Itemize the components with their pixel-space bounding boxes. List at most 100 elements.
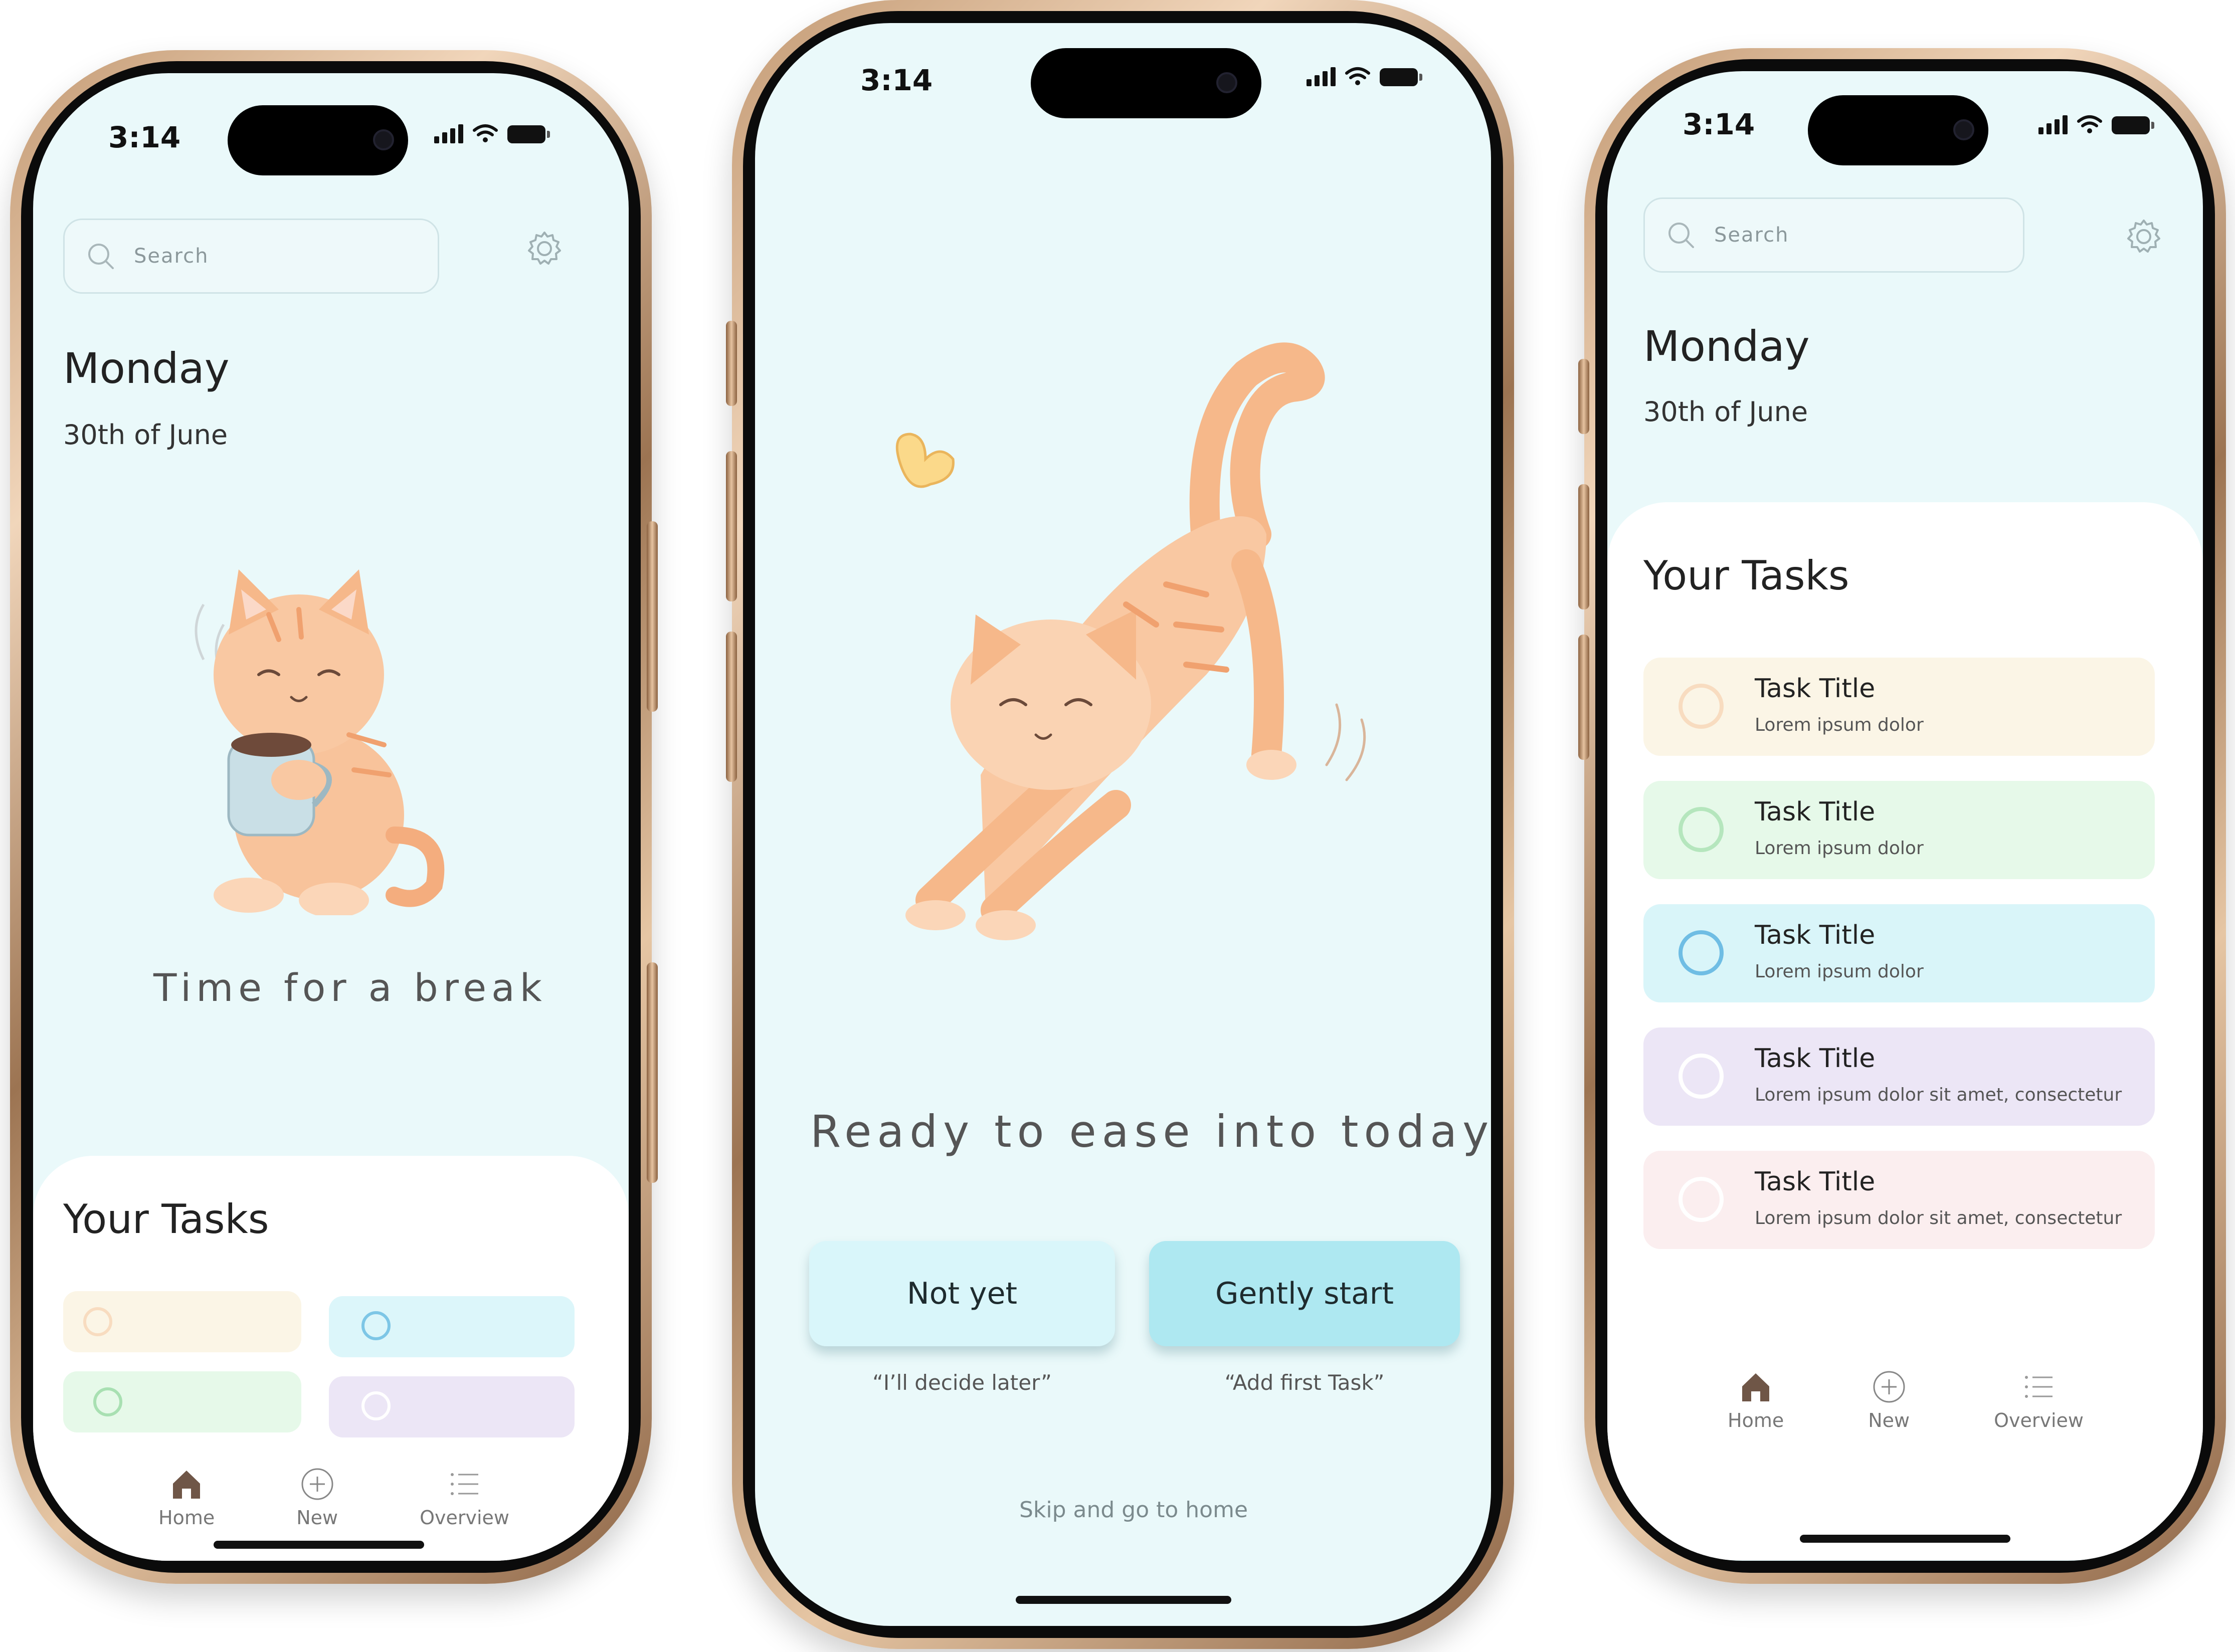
task-card[interactable]: Task Title Lorem ipsum dolor	[1643, 781, 2155, 879]
dynamic-island	[1031, 48, 1261, 118]
side-button	[726, 451, 737, 601]
task-title: Task Title	[1755, 674, 1876, 704]
list-icon	[450, 1473, 478, 1495]
camera-icon	[1953, 119, 1974, 140]
screen-home-break: 3:14 Monday 30th of	[33, 73, 629, 1561]
phone-left: 3:14 Monday 30th of	[10, 50, 658, 1584]
nav-overview[interactable]: Overview	[420, 1467, 509, 1529]
task-card[interactable]: Task Title Lorem ipsum dolor sit amet, c…	[1643, 1151, 2155, 1249]
date-label: 30th of June	[63, 419, 228, 451]
camera-icon	[373, 129, 394, 150]
task-checkbox[interactable]	[1679, 807, 1724, 852]
wifi-icon	[473, 124, 498, 142]
task-title: Task Title	[1755, 1167, 1876, 1197]
battery-icon	[507, 125, 550, 143]
cat-coffee-illustration	[195, 569, 445, 915]
side-button	[647, 962, 658, 1183]
home-icon	[1742, 1373, 1770, 1401]
task-checkbox[interactable]	[83, 1307, 112, 1336]
plus-circle-icon	[301, 1468, 333, 1500]
task-checkbox[interactable]	[1679, 1177, 1724, 1222]
nav-new-label: New	[296, 1507, 338, 1529]
side-button	[726, 321, 737, 406]
onboarding-caption: Ready to ease into today	[810, 1106, 1491, 1157]
search-input[interactable]	[133, 244, 382, 268]
task-checkbox[interactable]	[1679, 1054, 1724, 1099]
side-button	[726, 632, 737, 782]
status-time: 3:14	[108, 120, 181, 154]
screen-onboarding: 3:14 Ready to ease into today Not yet Ge…	[755, 23, 1491, 1626]
nav-home[interactable]: Home	[158, 1467, 215, 1529]
battery-icon	[1380, 68, 1422, 86]
task-card[interactable]: Task Title Lorem ipsum dolor sit amet, c…	[1643, 1027, 2155, 1126]
status-time: 3:14	[860, 63, 933, 97]
dynamic-island	[228, 105, 408, 175]
tasks-sheet: Your Tasks Task Title Lorem ipsum dolor …	[1607, 502, 2203, 1560]
gear-icon[interactable]	[524, 229, 565, 269]
tasks-sheet: Your Tasks Home New Overview	[33, 1156, 629, 1561]
task-title: Task Title	[1755, 797, 1876, 827]
task-card[interactable]: Task Title Lorem ipsum dolor	[1643, 904, 2155, 1002]
status-time: 3:14	[1683, 107, 1755, 141]
nav-overview-label: Overview	[1994, 1409, 2084, 1431]
home-indicator[interactable]	[214, 1541, 424, 1549]
task-checkbox[interactable]	[361, 1391, 391, 1420]
task-title: Task Title	[1755, 920, 1876, 950]
side-button	[647, 521, 658, 712]
dynamic-island	[1808, 95, 1988, 165]
phone-center: 3:14 Ready to ease into today Not yet Ge…	[726, 0, 1514, 1649]
task-checkbox[interactable]	[361, 1311, 391, 1340]
search-box[interactable]	[1643, 197, 2024, 273]
home-indicator[interactable]	[1800, 1535, 2010, 1543]
break-caption: Time for a break	[153, 965, 547, 1010]
bottom-nav: Home New Overview	[158, 1467, 509, 1529]
task-checkbox[interactable]	[1679, 930, 1724, 975]
nav-new[interactable]: New	[1868, 1369, 1910, 1431]
mini-task-card[interactable]	[63, 1371, 301, 1432]
status-icons	[2038, 114, 2154, 134]
task-checkbox[interactable]	[1679, 684, 1724, 729]
nav-new[interactable]: New	[296, 1467, 338, 1529]
nav-home[interactable]: Home	[1728, 1369, 1784, 1431]
mini-task-card[interactable]	[63, 1291, 301, 1352]
tasks-title: Your Tasks	[1643, 552, 1849, 599]
search-box[interactable]	[63, 219, 439, 294]
camera-icon	[1216, 72, 1237, 93]
gently-start-button[interactable]: Gently start	[1149, 1241, 1460, 1346]
home-icon	[173, 1471, 201, 1499]
task-subtitle: Lorem ipsum dolor	[1755, 838, 1924, 859]
status-icons	[1307, 66, 1422, 86]
mini-task-card[interactable]	[329, 1376, 575, 1437]
phone-right: 3:14 Monday 30th of	[1578, 48, 2226, 1584]
search-input[interactable]	[1713, 223, 1965, 247]
task-checkbox[interactable]	[93, 1387, 122, 1416]
date-label: 30th of June	[1643, 396, 1808, 428]
task-subtitle: Lorem ipsum dolor sit amet, consectetur	[1755, 1085, 2122, 1105]
search-icon	[1668, 223, 1694, 248]
task-card[interactable]: Task Title Lorem ipsum dolor	[1643, 658, 2155, 756]
home-indicator[interactable]	[1016, 1596, 1231, 1604]
battery-icon	[2112, 116, 2154, 134]
screen-tasks: 3:14 Monday 30th of	[1607, 71, 2203, 1561]
tasks-title: Your Tasks	[63, 1196, 269, 1243]
skip-to-home-link[interactable]: Skip and go to home	[986, 1497, 1281, 1523]
stretching-cat-illustration	[895, 342, 1366, 940]
side-button	[1578, 359, 1589, 434]
nav-home-label: Home	[1728, 1409, 1784, 1431]
wifi-icon	[2077, 115, 2102, 133]
signal-icon	[434, 124, 463, 143]
side-button	[1578, 635, 1589, 760]
not-yet-button[interactable]: Not yet	[809, 1241, 1115, 1346]
nav-overview[interactable]: Overview	[1994, 1369, 2084, 1431]
mini-task-card[interactable]	[329, 1296, 575, 1357]
not-yet-hint: “I’ll decide later”	[872, 1370, 1052, 1395]
nav-overview-label: Overview	[420, 1507, 509, 1529]
side-button	[1578, 484, 1589, 609]
search-icon	[88, 244, 114, 269]
wifi-icon	[1345, 67, 1370, 85]
task-subtitle: Lorem ipsum dolor sit amet, consectetur	[1755, 1208, 2122, 1228]
day-label: Monday	[63, 344, 230, 393]
gear-icon[interactable]	[2124, 217, 2164, 257]
nav-home-label: Home	[158, 1507, 215, 1529]
bottom-nav: Home New Overview	[1728, 1369, 2084, 1431]
